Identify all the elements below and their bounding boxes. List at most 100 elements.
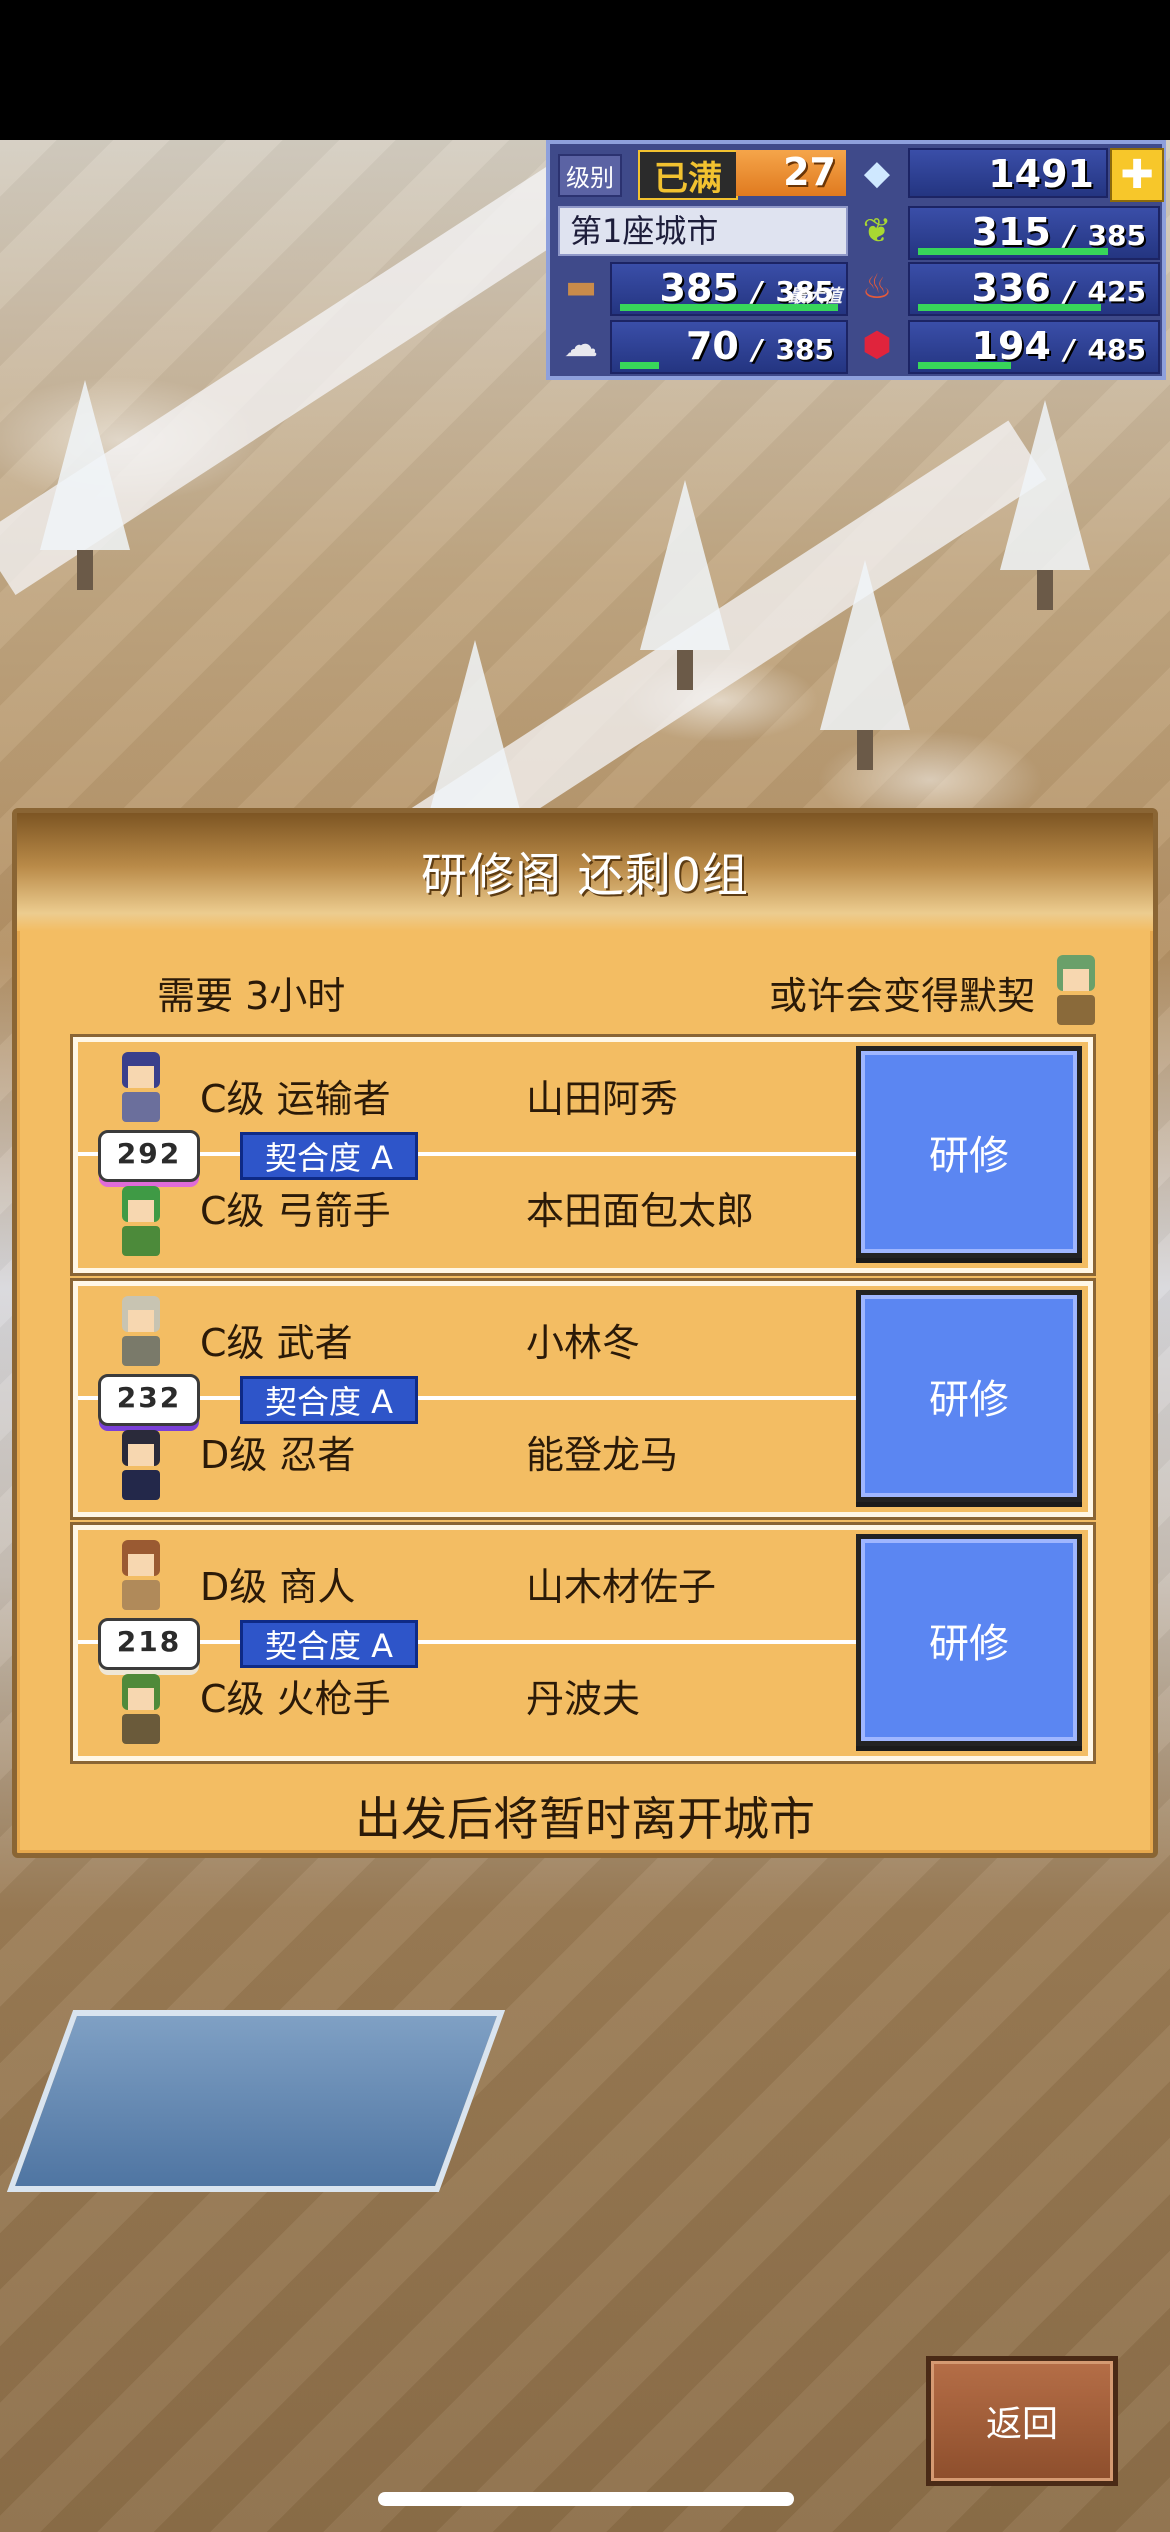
clothes (122, 1226, 160, 1256)
city-name-box: 第1座城市 (558, 206, 848, 256)
face (128, 1688, 154, 1710)
compatibility-badge: 契合度 A (240, 1620, 418, 1668)
member1-class: D级 商人 (200, 1565, 356, 1609)
member2-name: 丹波夫 (526, 1677, 641, 1721)
stone-counter: 70 / 385 (610, 320, 848, 374)
stone-bar (620, 362, 659, 369)
add-gems-button[interactable]: ✚ (1110, 148, 1164, 202)
ore-max: 485 (1087, 333, 1146, 366)
compatibility-badge: 契合度 A (240, 1132, 418, 1180)
level-max-badge: 已满 (638, 150, 738, 200)
ore-separator: / (1064, 333, 1075, 366)
face (128, 1554, 154, 1576)
train-button[interactable]: 研修 (856, 1534, 1082, 1746)
bond-level-badge: 292 (98, 1130, 200, 1182)
stone-amount: 70 / 385 (686, 322, 834, 374)
city-name: 第1座城市 (570, 212, 719, 250)
clothes (122, 1092, 160, 1122)
compatibility-label: 契合度 A (264, 1139, 394, 1177)
food-counter: 336 / 425 (908, 262, 1160, 316)
advisor-avatar (1043, 951, 1113, 1027)
gem-counter: 1491 (908, 148, 1108, 198)
stone-max: 385 (775, 333, 834, 366)
compatibility-badge: 契合度 A (240, 1376, 418, 1424)
level-label: 级别 (558, 154, 622, 197)
member-avatar-bottom (108, 1182, 174, 1258)
wood-counter: 385 / 385 最大值 (610, 262, 848, 316)
train-button-label: 研修 (929, 1133, 1009, 1179)
food-basket-icon: ♨ (861, 267, 893, 307)
clothes (122, 1580, 160, 1610)
snowy-tree (1000, 400, 1090, 610)
crop-bar (918, 248, 1108, 255)
level-max-text: 已满 (654, 158, 722, 199)
stone-value: 70 (685, 324, 739, 368)
clothes (122, 1714, 160, 1744)
member2-class: C级 弓箭手 (200, 1189, 391, 1233)
training-pair-row: 218 D级 商人 山木材佐子 契合度 A C级 火枪手 丹波夫 研修 (70, 1522, 1096, 1764)
plus-icon: ✚ (1120, 152, 1154, 198)
train-button-label: 研修 (929, 1377, 1009, 1423)
food-bar (918, 304, 1101, 311)
ore-counter: 194 / 485 (908, 320, 1160, 374)
clothes (122, 1470, 160, 1500)
back-button[interactable]: 返回 (926, 2356, 1118, 2486)
compatibility-label: 契合度 A (264, 1383, 394, 1421)
advisor-face (1063, 969, 1089, 991)
train-button[interactable]: 研修 (856, 1046, 1082, 1258)
face (128, 1310, 154, 1332)
member-avatar-top (108, 1292, 174, 1368)
clothes (122, 1336, 160, 1366)
gem-value: 1491 (988, 152, 1094, 196)
dialog-title: 研修阁 还剩0组 (421, 848, 749, 902)
wood-bar (620, 304, 838, 311)
compatibility-label: 契合度 A (264, 1627, 394, 1665)
snowy-tree (640, 480, 730, 690)
crop-counter: 315 / 385 (908, 206, 1160, 260)
member-avatar-top (108, 1536, 174, 1612)
train-button-label: 研修 (929, 1621, 1009, 1667)
back-button-label: 返回 (985, 2404, 1058, 2445)
stone-separator: / (752, 333, 763, 366)
wood-log-icon: ▬ (564, 267, 598, 307)
member2-class: D级 忍者 (200, 1433, 356, 1477)
bond-hint: 或许会变得默契 (768, 974, 1035, 1018)
bond-level-badge: 232 (98, 1374, 200, 1426)
snowy-tree (430, 640, 520, 850)
ruby-ore-icon: ⬢ (862, 325, 892, 365)
member-avatar-bottom (108, 1426, 174, 1502)
snowy-tree (820, 560, 910, 770)
face (128, 1444, 154, 1466)
bond-level-badge: 218 (98, 1618, 200, 1670)
home-indicator[interactable] (378, 2492, 794, 2506)
member1-class: C级 运输者 (200, 1077, 391, 1121)
departure-note: 出发后将暂时离开城市 (355, 1792, 815, 1846)
snowy-tree (40, 380, 130, 590)
member1-name: 山木材佐子 (526, 1565, 717, 1609)
member2-name: 能登龙马 (526, 1433, 679, 1477)
training-pair-row: 232 C级 武者 小林冬 契合度 A D级 忍者 能登龙马 研修 (70, 1278, 1096, 1520)
dialog-header: 研修阁 还剩0组 (17, 813, 1153, 931)
member1-class: C级 武者 (200, 1321, 353, 1365)
member-avatar-top (108, 1048, 174, 1124)
training-pair-row: 292 C级 运输者 山田阿秀 契合度 A C级 弓箭手 本田面包太郎 研修 (70, 1034, 1096, 1276)
face (128, 1066, 154, 1088)
city-building (6, 2010, 506, 2192)
face (128, 1200, 154, 1222)
required-time: 需要 3小时 (157, 974, 346, 1018)
stone-icon: ☁ (564, 325, 598, 365)
diamond-icon: ◆ (863, 153, 891, 193)
member2-name: 本田面包太郎 (526, 1189, 755, 1233)
level-value-box: 27 (736, 150, 846, 196)
ore-bar (918, 362, 1011, 369)
resource-hud: 级别 已满 27 ◆ 1491 ✚ 第1座城市 ❦ 315 / 385 ▬ 38… (546, 140, 1166, 380)
member1-name: 小林冬 (526, 1321, 641, 1365)
member1-name: 山田阿秀 (526, 1077, 679, 1121)
training-hall-dialog: 研修阁 还剩0组 需要 3小时 或许会变得默契 292 C级 运输者 山田阿秀 … (12, 808, 1158, 1858)
level-value: 27 (783, 150, 836, 194)
member-avatar-bottom (108, 1670, 174, 1746)
crop-icon: ❦ (862, 211, 892, 251)
member2-class: C级 火枪手 (200, 1677, 391, 1721)
train-button[interactable]: 研修 (856, 1290, 1082, 1502)
advisor-body (1057, 995, 1095, 1025)
